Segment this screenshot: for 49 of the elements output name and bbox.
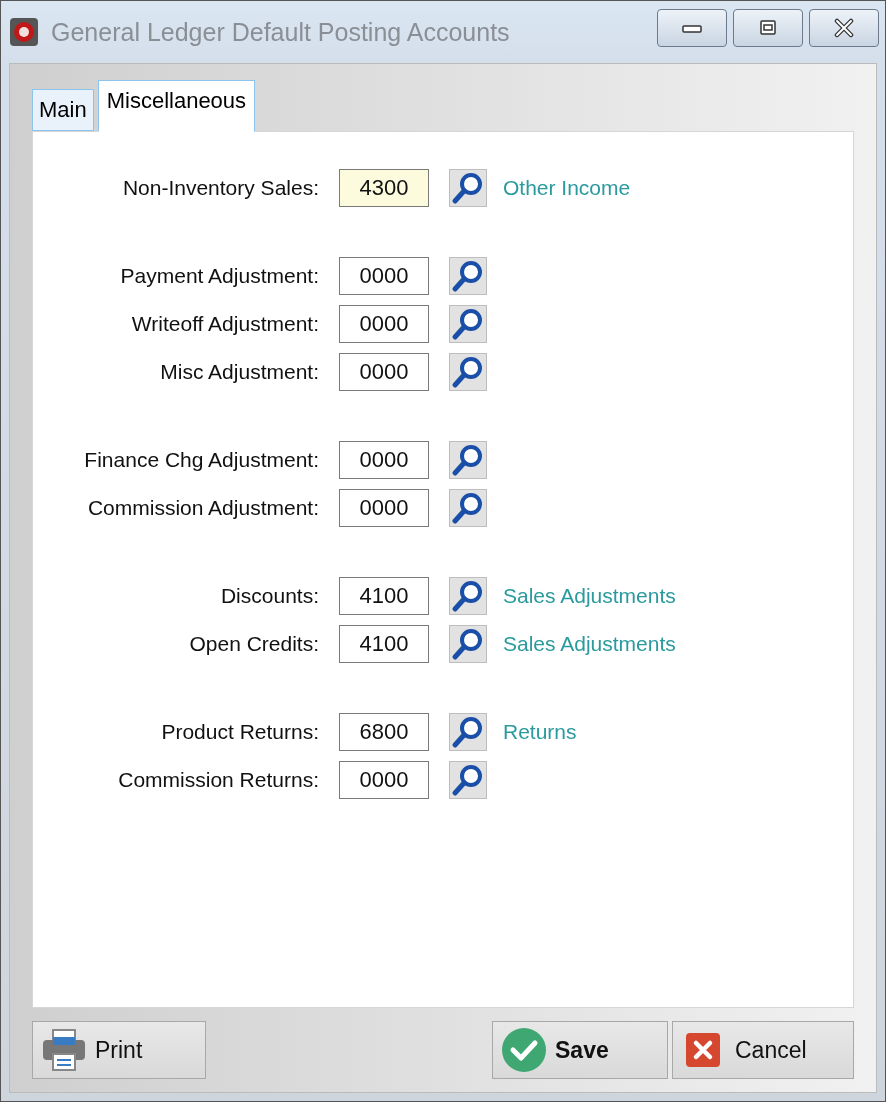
field-label: Commission Returns: [117,768,319,792]
cancel-button[interactable]: Cancel [672,1021,854,1079]
close-icon [832,18,856,38]
account-field[interactable]: 0000 [339,489,429,527]
account-field[interactable]: 4100 [339,625,429,663]
search-button[interactable] [449,489,487,527]
field-label: Commission Adjustment: [86,496,319,520]
account-name: Sales Adjustments [503,584,676,608]
account-field[interactable]: 6800 [339,713,429,751]
search-button[interactable] [449,305,487,343]
tab[interactable]: Miscellaneous [97,80,256,132]
field-label: Product Returns: [160,720,319,744]
account-name: Returns [503,720,577,744]
search-button[interactable] [449,441,487,479]
search-button[interactable] [449,353,487,391]
search-button[interactable] [449,169,487,207]
field-label: Finance Chg Adjustment: [83,448,319,472]
account-field[interactable]: 4300 [339,169,429,207]
account-field[interactable]: 4100 [339,577,429,615]
field-label: Non-Inventory Sales: [121,176,319,200]
printer-icon [41,1027,87,1073]
app-icon [9,17,39,47]
account-name: Sales Adjustments [503,632,676,656]
tab[interactable]: Main [32,89,94,131]
field-label: Writeoff Adjustment: [130,312,319,336]
account-field[interactable]: 0000 [339,761,429,799]
account-field[interactable]: 0000 [339,257,429,295]
search-button[interactable] [449,257,487,295]
field-label: Payment Adjustment: [119,264,319,288]
field-label: Misc Adjustment: [159,360,319,384]
save-button[interactable]: Save [492,1021,668,1079]
account-field[interactable]: 0000 [339,305,429,343]
window-title: General Ledger Default Posting Accounts [51,17,511,47]
search-button[interactable] [449,625,487,663]
minimize-button[interactable] [657,9,727,47]
restore-icon [757,19,779,37]
restore-button[interactable] [733,9,803,47]
field-label: Open Credits: [188,632,319,656]
search-button[interactable] [449,713,487,751]
print-button[interactable]: Print [32,1021,206,1079]
cross-icon [685,1032,721,1068]
account-field[interactable]: 0000 [339,441,429,479]
account-name: Other Income [503,176,631,200]
search-button[interactable] [449,761,487,799]
close-button[interactable] [809,9,879,47]
checkmark-icon [501,1027,547,1073]
field-label: Discounts: [219,584,319,608]
search-button[interactable] [449,577,487,615]
account-field[interactable]: 0000 [339,353,429,391]
